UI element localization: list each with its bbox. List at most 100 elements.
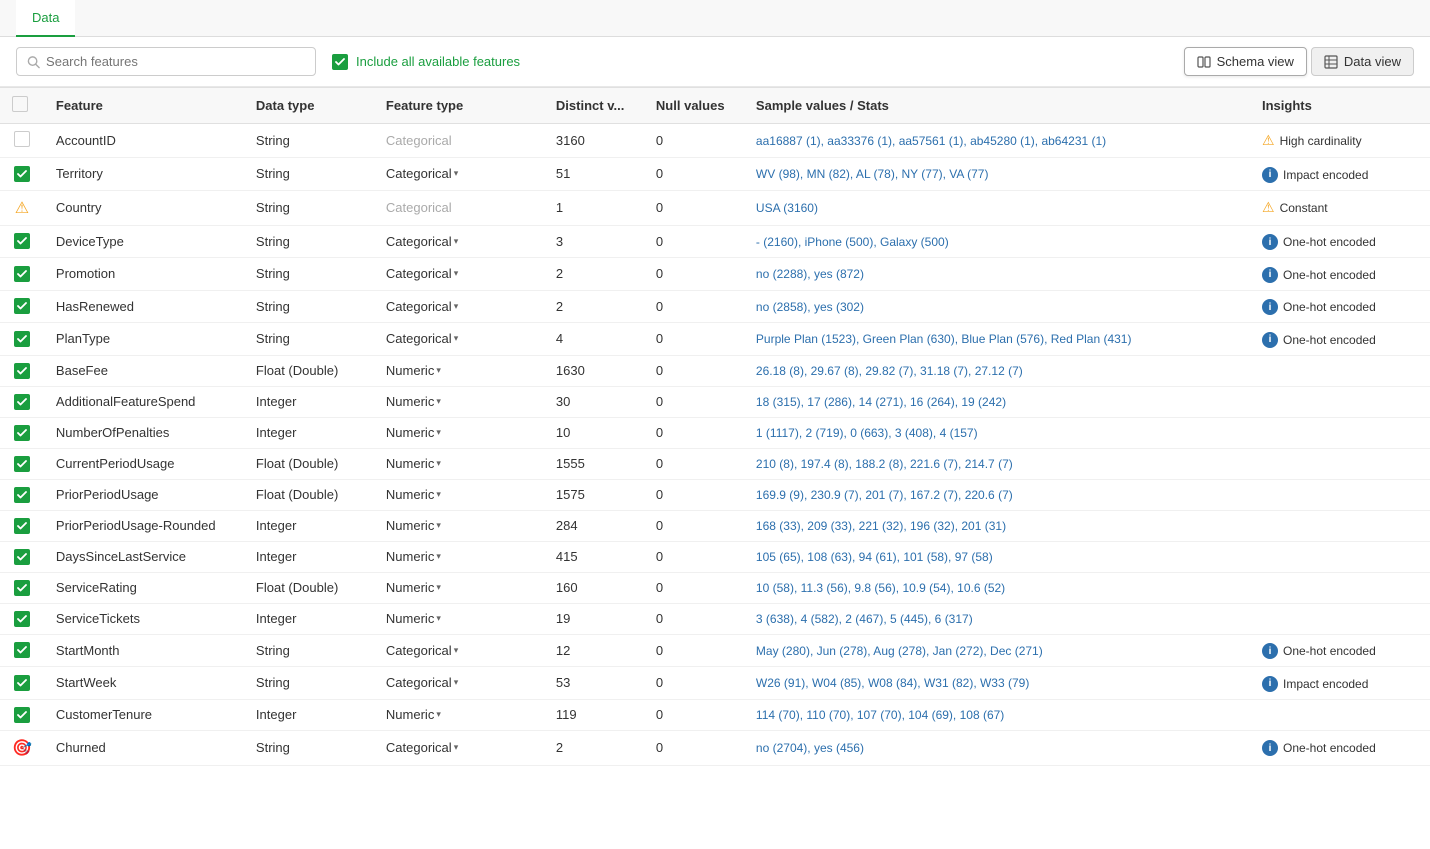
row-checkbox-cell[interactable] bbox=[0, 448, 44, 479]
insight-badge: i One-hot encoded bbox=[1262, 643, 1376, 659]
row-checkbox-cell[interactable] bbox=[0, 417, 44, 448]
schema-view-button[interactable]: Schema view bbox=[1184, 47, 1307, 76]
row-checkbox-cell[interactable] bbox=[0, 541, 44, 572]
info-icon: i bbox=[1262, 267, 1278, 283]
row-feature-type[interactable]: Categorical ▾ bbox=[374, 667, 544, 700]
feature-type-dropdown[interactable]: Categorical ▾ bbox=[386, 643, 458, 658]
row-checkbox[interactable] bbox=[14, 580, 30, 596]
row-feature-type[interactable]: Numeric ▾ bbox=[374, 603, 544, 634]
row-feature-type[interactable]: Categorical ▾ bbox=[374, 158, 544, 191]
row-distinct-values: 19 bbox=[544, 603, 644, 634]
row-feature-type[interactable]: Categorical ▾ bbox=[374, 290, 544, 323]
feature-type-text: Categorical bbox=[386, 200, 452, 215]
row-feature-type[interactable]: Numeric ▾ bbox=[374, 386, 544, 417]
row-feature-type[interactable]: Numeric ▾ bbox=[374, 479, 544, 510]
row-feature-type[interactable]: Categorical ▾ bbox=[374, 634, 544, 667]
feature-type-dropdown[interactable]: Numeric ▾ bbox=[386, 518, 441, 533]
row-checkbox[interactable] bbox=[14, 233, 30, 249]
table-row: ⚠CountryStringCategorical10USA (3160) ⚠ … bbox=[0, 190, 1430, 225]
row-checkbox-cell[interactable] bbox=[0, 323, 44, 356]
row-sample-values: 114 (70), 110 (70), 107 (70), 104 (69), … bbox=[744, 699, 1250, 730]
row-sample-values: 3 (638), 4 (582), 2 (467), 5 (445), 6 (3… bbox=[744, 603, 1250, 634]
data-view-button[interactable]: Data view bbox=[1311, 47, 1414, 76]
feature-type-dropdown[interactable]: Numeric ▾ bbox=[386, 707, 441, 722]
row-checkbox-cell[interactable] bbox=[0, 258, 44, 291]
row-checkbox-cell[interactable] bbox=[0, 158, 44, 191]
row-sample-values: 10 (58), 11.3 (56), 9.8 (56), 10.9 (54),… bbox=[744, 572, 1250, 603]
feature-type-text: Numeric bbox=[386, 456, 434, 471]
row-checkbox[interactable] bbox=[14, 363, 30, 379]
row-checkbox-cell[interactable] bbox=[0, 634, 44, 667]
feature-type-dropdown[interactable]: Categorical ▾ bbox=[386, 234, 458, 249]
row-checkbox-cell[interactable] bbox=[0, 572, 44, 603]
feature-type-dropdown[interactable]: Numeric ▾ bbox=[386, 487, 441, 502]
row-feature-type[interactable]: Numeric ▾ bbox=[374, 699, 544, 730]
row-feature-type[interactable]: Numeric ▾ bbox=[374, 355, 544, 386]
row-checkbox-cell[interactable] bbox=[0, 386, 44, 417]
row-distinct-values: 53 bbox=[544, 667, 644, 700]
feature-type-dropdown[interactable]: Numeric ▾ bbox=[386, 580, 441, 595]
include-all-checkbox[interactable] bbox=[332, 54, 348, 70]
feature-type-dropdown[interactable]: Categorical ▾ bbox=[386, 675, 458, 690]
row-checkbox-cell[interactable] bbox=[0, 225, 44, 258]
row-checkbox[interactable] bbox=[14, 456, 30, 472]
row-feature-type[interactable]: Numeric ▾ bbox=[374, 448, 544, 479]
row-checkbox[interactable] bbox=[14, 611, 30, 627]
row-feature-type[interactable]: Numeric ▾ bbox=[374, 417, 544, 448]
row-checkbox[interactable] bbox=[14, 266, 30, 282]
dropdown-arrow-icon: ▾ bbox=[436, 582, 441, 593]
feature-type-dropdown[interactable]: Categorical ▾ bbox=[386, 299, 458, 314]
row-checkbox[interactable] bbox=[14, 707, 30, 723]
row-checkbox-cell[interactable] bbox=[0, 290, 44, 323]
row-checkbox[interactable] bbox=[14, 549, 30, 565]
feature-type-dropdown[interactable]: Numeric ▾ bbox=[386, 425, 441, 440]
row-insights bbox=[1250, 417, 1430, 448]
feature-type-dropdown[interactable]: Categorical ▾ bbox=[386, 266, 458, 281]
row-checkbox-cell[interactable] bbox=[0, 479, 44, 510]
search-input[interactable] bbox=[46, 54, 305, 69]
row-feature-type[interactable]: Categorical ▾ bbox=[374, 258, 544, 291]
row-checkbox-cell[interactable] bbox=[0, 667, 44, 700]
row-checkbox[interactable] bbox=[14, 166, 30, 182]
row-feature-type[interactable]: Numeric ▾ bbox=[374, 572, 544, 603]
row-checkbox-cell[interactable]: 🎯 bbox=[0, 730, 44, 765]
row-checkbox-cell[interactable] bbox=[0, 699, 44, 730]
feature-type-dropdown[interactable]: Categorical ▾ bbox=[386, 331, 458, 346]
row-checkbox-cell[interactable] bbox=[0, 355, 44, 386]
row-feature-type[interactable]: Categorical ▾ bbox=[374, 225, 544, 258]
feature-type-dropdown[interactable]: Categorical ▾ bbox=[386, 740, 458, 755]
row-checkbox-cell[interactable] bbox=[0, 124, 44, 158]
row-checkbox-cell[interactable] bbox=[0, 603, 44, 634]
row-checkbox[interactable] bbox=[14, 131, 30, 147]
row-data-type: String bbox=[244, 158, 374, 191]
row-checkbox[interactable] bbox=[14, 331, 30, 347]
row-sample-values: WV (98), MN (82), AL (78), NY (77), VA (… bbox=[744, 158, 1250, 191]
row-feature-type[interactable]: Categorical ▾ bbox=[374, 730, 544, 765]
header-checkbox[interactable] bbox=[0, 88, 44, 124]
insight-badge: i One-hot encoded bbox=[1262, 299, 1376, 315]
feature-type-dropdown[interactable]: Numeric ▾ bbox=[386, 611, 441, 626]
feature-type-dropdown[interactable]: Categorical ▾ bbox=[386, 166, 458, 181]
row-checkbox-cell[interactable] bbox=[0, 510, 44, 541]
row-checkbox[interactable] bbox=[14, 518, 30, 534]
row-checkbox[interactable] bbox=[14, 298, 30, 314]
row-feature-type[interactable]: Numeric ▾ bbox=[374, 510, 544, 541]
row-checkbox[interactable] bbox=[14, 642, 30, 658]
tab-data[interactable]: Data bbox=[16, 0, 75, 37]
toolbar: Include all available features Schema vi… bbox=[0, 37, 1430, 87]
features-table: Feature Data type Feature type Distinct … bbox=[0, 87, 1430, 766]
row-feature-type[interactable]: Categorical ▾ bbox=[374, 323, 544, 356]
row-checkbox-cell[interactable]: ⚠ bbox=[0, 190, 44, 225]
row-checkbox[interactable] bbox=[14, 394, 30, 410]
feature-type-dropdown[interactable]: Numeric ▾ bbox=[386, 363, 441, 378]
row-checkbox[interactable] bbox=[14, 487, 30, 503]
row-checkbox[interactable] bbox=[14, 675, 30, 691]
feature-type-dropdown[interactable]: Numeric ▾ bbox=[386, 456, 441, 471]
row-checkbox[interactable] bbox=[14, 425, 30, 441]
feature-type-dropdown[interactable]: Numeric ▾ bbox=[386, 549, 441, 564]
row-null-values: 0 bbox=[644, 730, 744, 765]
feature-type-text: Categorical bbox=[386, 740, 452, 755]
row-feature-type[interactable]: Numeric ▾ bbox=[374, 541, 544, 572]
row-feature-name: Promotion bbox=[44, 258, 244, 291]
feature-type-dropdown[interactable]: Numeric ▾ bbox=[386, 394, 441, 409]
